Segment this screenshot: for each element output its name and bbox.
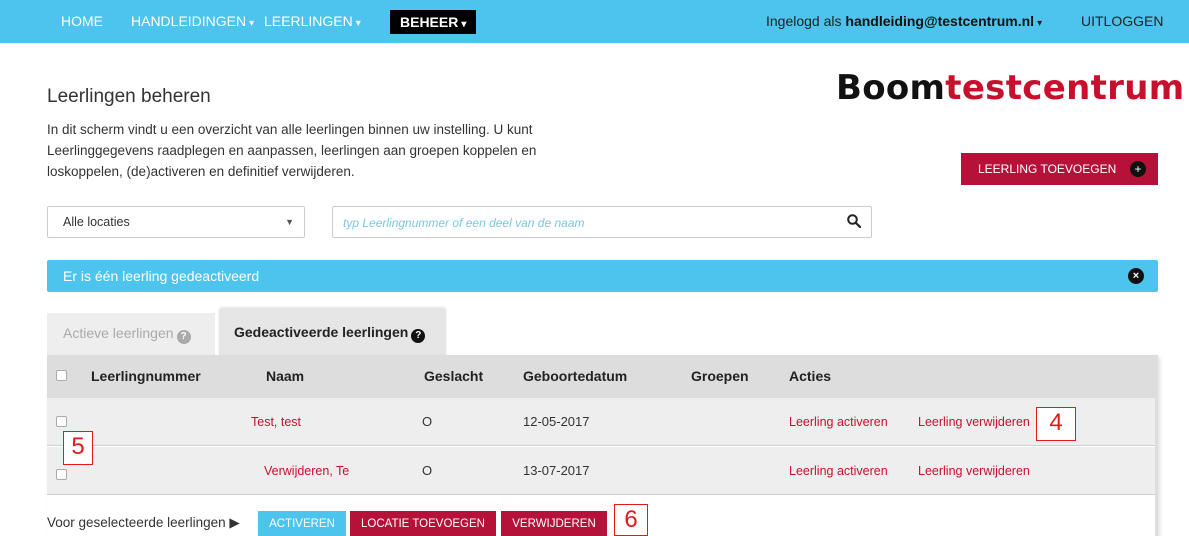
location-select-value: Alle locaties <box>63 215 130 229</box>
row-checkbox[interactable] <box>56 416 67 427</box>
brand-logo: Boomtestcentrum <box>836 68 1184 108</box>
login-user: handleiding@testcentrum.nl <box>845 13 1035 29</box>
annotation-marker-5: 5 <box>63 431 93 465</box>
header-geboortedatum: Geboortedatum <box>523 368 628 384</box>
nav-beheer[interactable]: BEHEER ▾ <box>390 10 477 34</box>
nav-beheer-label: BEHEER <box>400 14 459 30</box>
chevron-down-icon: ▾ <box>355 18 361 29</box>
brand-logo-part2: testcentrum <box>945 68 1185 108</box>
table-row: Test, test O 12-05-2017 Leerling activer… <box>47 398 1155 446</box>
chevron-down-icon: ▾ <box>461 19 467 30</box>
delete-student-link[interactable]: Leerling verwijderen <box>918 447 1030 495</box>
students-table: Leerlingnummer Naam Geslacht Geboortedat… <box>47 355 1158 536</box>
chevron-down-icon: ▾ <box>249 18 255 29</box>
bulk-delete-button[interactable]: VERWIJDEREN <box>501 511 607 536</box>
bulk-activate-button[interactable]: ACTIVEREN <box>258 511 346 536</box>
page-intro: In dit scherm vindt u een overzicht van … <box>47 122 537 179</box>
tab-gedeactiveerde-leerlingen[interactable]: Gedeactiveerde leerlingen? <box>219 308 446 356</box>
header-naam: Naam <box>266 368 305 384</box>
chevron-down-icon: ▾ <box>1037 18 1043 29</box>
user-menu[interactable]: Ingelogd als handleiding@testcentrum.nl ▾ <box>766 0 1042 43</box>
cell-geslacht: O <box>422 463 433 478</box>
page-title: Leerlingen beheren <box>47 86 211 107</box>
table-header: Leerlingnummer Naam Geslacht Geboortedat… <box>47 355 1155 398</box>
header-leerlingnummer: Leerlingnummer <box>91 368 201 384</box>
select-all-checkbox[interactable] <box>56 370 67 381</box>
nav-home-label: HOME <box>61 13 103 29</box>
cell-naam[interactable]: Test, test <box>251 398 301 446</box>
deactivated-alert: Er is één leerling gedeactiveerd × <box>47 260 1158 292</box>
add-student-button[interactable]: LEERLING TOEVOEGEN + <box>961 153 1158 185</box>
plus-icon: + <box>1130 161 1146 177</box>
bulk-add-location-button[interactable]: LOCATIE TOEVOEGEN <box>350 511 496 536</box>
nav-leerlingen-label: LEERLINGEN <box>264 13 353 29</box>
top-navigation-bar: HOME HANDLEIDINGEN ▾ LEERLINGEN ▾ BEHEER ▾ … <box>0 0 1189 43</box>
row-checkbox[interactable] <box>56 469 67 480</box>
brand-logo-part1: Boom <box>836 68 946 108</box>
logout-link[interactable]: UITLOGGEN <box>1081 0 1163 43</box>
table-row: Verwijderen, Te O 13-07-2017 Leerling ac… <box>47 447 1155 495</box>
close-icon[interactable]: × <box>1128 268 1144 284</box>
activate-student-link[interactable]: Leerling activeren <box>789 398 888 446</box>
nav-handleidingen-label: HANDLEIDINGEN <box>131 13 247 29</box>
cell-geboortedatum: 12-05-2017 <box>523 414 590 429</box>
tab-actieve-label: Actieve leerlingen <box>63 325 174 341</box>
cell-geboortedatum: 13-07-2017 <box>523 463 590 478</box>
alert-text: Er is één leerling gedeactiveerd <box>63 268 260 284</box>
cell-naam[interactable]: Verwijderen, Te <box>264 447 349 495</box>
help-icon: ? <box>411 329 426 343</box>
annotation-marker-6: 6 <box>614 504 648 536</box>
search-input[interactable] <box>343 213 823 233</box>
bulk-actions-label: Voor geselecteerde leerlingen ▶ <box>47 515 240 530</box>
nav-handleidingen[interactable]: HANDLEIDINGEN ▾ <box>131 0 254 43</box>
nav-leerlingen[interactable]: LEERLINGEN ▾ <box>264 0 361 43</box>
add-student-label: LEERLING TOEVOEGEN <box>978 162 1117 176</box>
cell-geslacht: O <box>422 414 433 429</box>
logout-label: UITLOGGEN <box>1081 13 1164 29</box>
location-select[interactable]: Alle locaties ▼ <box>47 206 305 238</box>
dropdown-arrow-icon: ▼ <box>285 217 294 227</box>
header-acties: Acties <box>789 368 832 384</box>
search-icon[interactable] <box>847 214 861 228</box>
tab-actieve-leerlingen[interactable]: Actieve leerlingen? <box>47 313 215 355</box>
activate-student-link[interactable]: Leerling activeren <box>789 447 888 495</box>
header-geslacht: Geslacht <box>424 368 484 384</box>
help-icon: ? <box>176 330 191 344</box>
tab-gedeactiveerde-label: Gedeactiveerde leerlingen <box>234 324 409 340</box>
login-prefix: Ingelogd als <box>766 13 842 29</box>
annotation-marker-4: 4 <box>1036 407 1076 441</box>
search-box <box>332 206 872 238</box>
nav-home[interactable]: HOME <box>61 0 103 43</box>
delete-student-link[interactable]: Leerling verwijderen <box>918 398 1030 446</box>
header-groepen: Groepen <box>691 368 749 384</box>
